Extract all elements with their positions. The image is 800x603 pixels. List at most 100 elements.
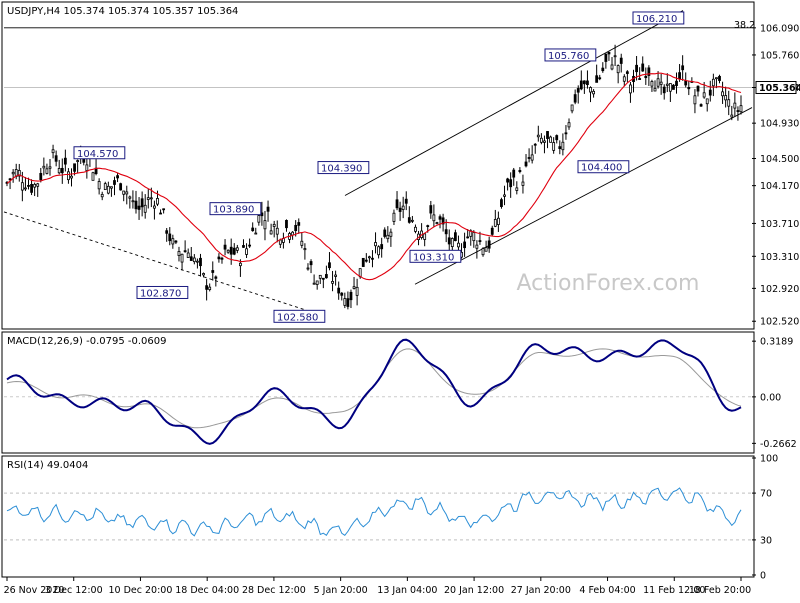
candle-body xyxy=(472,232,476,242)
candle-body xyxy=(564,132,568,135)
candle-body xyxy=(386,234,390,240)
candle-body xyxy=(106,185,110,194)
candle-body xyxy=(521,181,525,186)
candle-body xyxy=(340,292,344,296)
candle-body xyxy=(549,136,552,143)
last-price-label: 105.364 xyxy=(759,83,800,94)
candle-body xyxy=(672,84,675,90)
candle-body xyxy=(404,198,408,204)
watermark-text: ActionForex.com xyxy=(517,271,700,296)
candle-body xyxy=(116,175,119,179)
macd-lines xyxy=(6,338,742,445)
candle-body xyxy=(125,191,129,195)
candle-body xyxy=(570,104,574,112)
candle-body xyxy=(30,183,33,193)
candle-body xyxy=(196,260,199,263)
candle-body xyxy=(140,198,144,208)
price-callout: 105.760 xyxy=(544,48,597,62)
candle-body xyxy=(681,65,685,71)
candle-body xyxy=(457,242,460,248)
candle-body xyxy=(592,90,595,95)
candle-body xyxy=(63,157,67,165)
candle-body xyxy=(708,89,712,96)
candle-body xyxy=(254,232,258,235)
candle-body xyxy=(168,233,172,242)
x-tick-label: 28 Dec 12:00 xyxy=(242,585,306,596)
candle-body xyxy=(546,131,549,139)
channel-upper-line xyxy=(344,10,684,196)
candle-body xyxy=(481,248,485,256)
candle-body xyxy=(328,262,331,269)
candle-body xyxy=(60,167,64,174)
candle-body xyxy=(177,251,181,256)
candle-body xyxy=(8,178,12,181)
candle-body xyxy=(131,200,135,203)
candle-body xyxy=(644,75,648,79)
candle-body xyxy=(364,259,368,262)
candle-body xyxy=(407,217,411,223)
candle-body xyxy=(33,183,37,188)
candle-body xyxy=(675,80,678,87)
candle-body xyxy=(100,193,104,198)
candle-body xyxy=(426,225,430,227)
macd-y-tick-label: 0.3189 xyxy=(760,337,793,348)
candle-body xyxy=(699,104,703,107)
candle-body xyxy=(724,95,728,101)
callout-label: 102.870 xyxy=(140,288,181,299)
candle-body xyxy=(414,226,417,232)
candle-body xyxy=(450,238,454,247)
x-tick-label: 18 Feb 20:00 xyxy=(689,585,751,596)
callout-label: 103.890 xyxy=(213,205,254,216)
candle-body xyxy=(70,175,73,179)
candle-body xyxy=(220,257,224,260)
candle-body xyxy=(331,280,334,284)
candle-body xyxy=(392,212,396,222)
candle-body xyxy=(638,78,642,80)
callout-label: 103.310 xyxy=(413,252,454,263)
candle-body xyxy=(54,155,58,162)
candle-body xyxy=(506,178,509,183)
price-candles xyxy=(5,44,743,310)
price-callout: 102.580 xyxy=(273,309,326,323)
candle-body xyxy=(321,277,325,280)
candle-body xyxy=(524,161,528,167)
candle-body xyxy=(727,99,731,107)
candle-body xyxy=(349,291,353,301)
candle-body xyxy=(432,214,436,222)
candle-body xyxy=(619,57,623,64)
candle-body xyxy=(736,110,740,112)
candle-body xyxy=(159,212,162,215)
candle-body xyxy=(490,227,494,235)
candle-body xyxy=(257,215,261,223)
candle-body xyxy=(656,78,660,87)
candle-body xyxy=(245,248,248,255)
callout-label: 104.400 xyxy=(581,163,622,174)
candle-body xyxy=(496,217,500,225)
candle-body xyxy=(579,80,583,90)
candle-body xyxy=(48,166,52,169)
candle-body xyxy=(607,51,611,55)
candle-body xyxy=(97,181,101,190)
candle-body xyxy=(552,142,556,151)
candle-body xyxy=(36,183,40,187)
x-tick-label: 5 Jan 20:00 xyxy=(314,585,368,596)
price-callout: 103.310 xyxy=(409,249,462,263)
candle-body xyxy=(395,199,399,209)
candle-body xyxy=(438,216,442,220)
candle-body xyxy=(174,240,178,243)
candle-body xyxy=(582,80,586,85)
price-callout: 104.570 xyxy=(73,146,126,160)
candle-body xyxy=(711,78,715,87)
candle-body xyxy=(555,135,559,141)
candle-body xyxy=(662,86,666,94)
price-y-tick-label: 104.170 xyxy=(760,181,799,192)
candle-body xyxy=(39,172,43,181)
candle-body xyxy=(650,81,654,87)
candle-body xyxy=(24,187,27,190)
rsi-line xyxy=(6,487,742,537)
candle-body xyxy=(11,171,15,175)
candle-body xyxy=(515,187,519,191)
candle-body xyxy=(435,222,439,224)
candle-body xyxy=(401,205,405,210)
candle-body xyxy=(113,180,116,185)
